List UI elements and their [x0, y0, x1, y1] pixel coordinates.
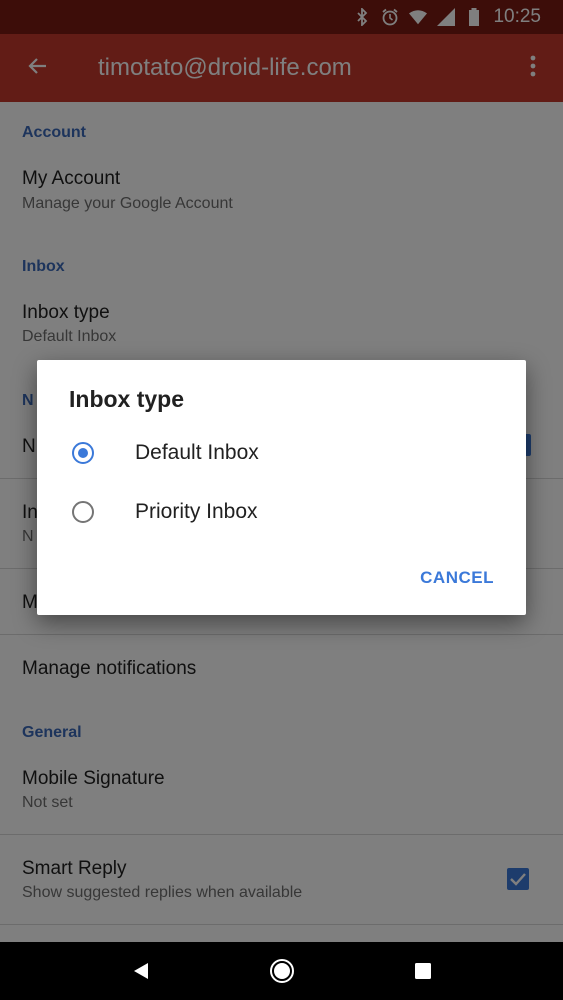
- radio-default-inbox[interactable]: [72, 442, 94, 464]
- inbox-type-dialog: Inbox type Default Inbox Priority Inbox …: [37, 360, 526, 615]
- recents-square-icon: [414, 963, 431, 979]
- radio-priority-inbox[interactable]: [72, 501, 94, 523]
- back-triangle-icon: [133, 963, 148, 979]
- cancel-button[interactable]: CANCEL: [410, 560, 504, 596]
- home-circle-icon: [269, 959, 294, 983]
- option-label: Default Inbox: [135, 441, 259, 464]
- nav-recents-button[interactable]: [403, 951, 443, 991]
- option-priority-inbox[interactable]: Priority Inbox: [37, 487, 526, 537]
- dialog-title: Inbox type: [69, 386, 185, 412]
- option-default-inbox[interactable]: Default Inbox: [37, 428, 526, 478]
- nav-home-button[interactable]: [262, 951, 302, 991]
- system-nav-bar: [0, 942, 563, 1000]
- option-label: Priority Inbox: [135, 500, 258, 523]
- nav-back-button[interactable]: [121, 951, 161, 991]
